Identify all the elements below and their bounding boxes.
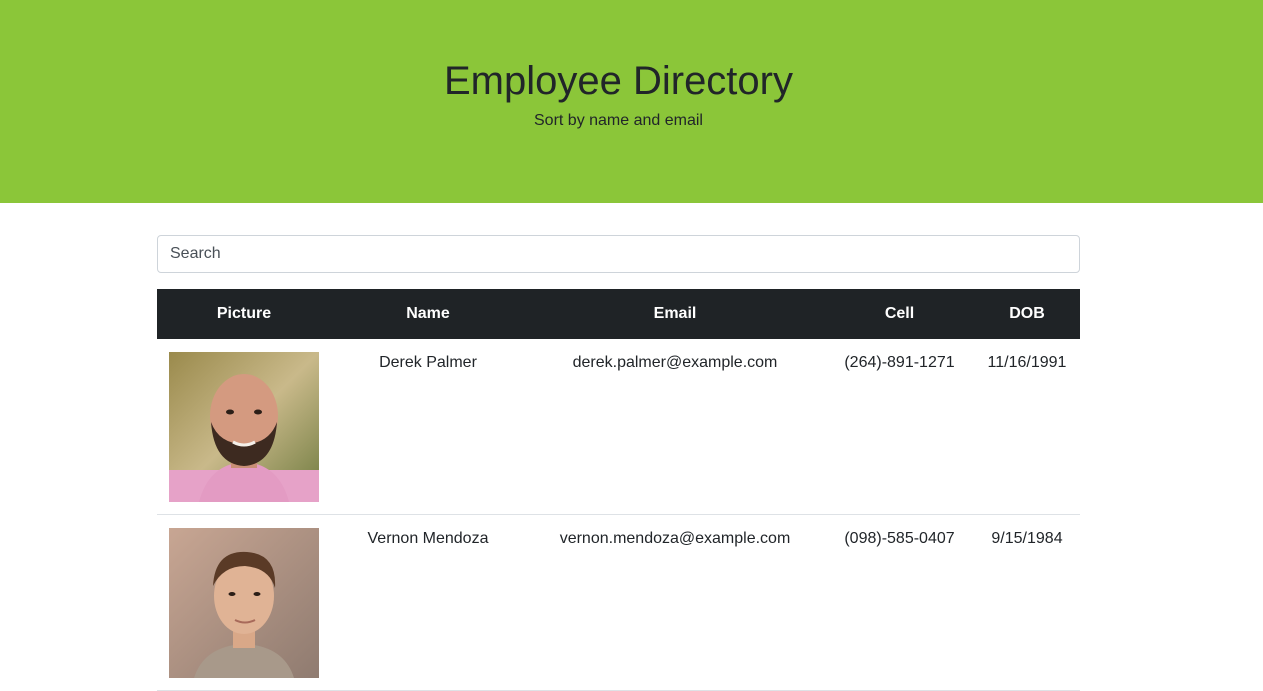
column-header-email[interactable]: Email <box>525 289 825 339</box>
page-subtitle: Sort by name and email <box>534 112 703 129</box>
employee-email: vernon.mendoza@example.com <box>559 530 791 547</box>
employee-name: Derek Palmer <box>379 354 477 371</box>
column-header-dob: DOB <box>1009 305 1045 322</box>
employee-photo-icon <box>169 352 319 502</box>
employee-cell: (098)-585-0407 <box>844 530 955 547</box>
picture-cell <box>157 339 331 515</box>
table-row: Derek Palmer derek.palmer@example.com (2… <box>157 339 1080 515</box>
page-title: Employee Directory <box>443 59 793 103</box>
employee-dob: 11/16/1991 <box>987 354 1067 371</box>
employee-photo-icon <box>169 528 319 678</box>
employee-table: Picture Name Email Cell DOB Derek Palmer… <box>157 289 1080 691</box>
employee-cell: (264)-891-1271 <box>844 354 955 371</box>
column-header-cell: Cell <box>884 305 915 322</box>
search-input[interactable] <box>157 235 1080 273</box>
picture-cell <box>157 515 331 691</box>
employee-dob: 9/15/1984 <box>991 530 1063 547</box>
table-header-row: Picture Name Email Cell DOB <box>157 289 1080 339</box>
table-row: Vernon Mendoza vernon.mendoza@example.co… <box>157 515 1080 691</box>
employee-name: Vernon Mendoza <box>367 530 489 547</box>
header-banner: Employee Directory Sort by name and emai… <box>0 0 1263 203</box>
column-header-picture: Picture <box>216 305 272 322</box>
column-header-name[interactable]: Name <box>331 289 525 339</box>
employee-email: derek.palmer@example.com <box>572 354 778 371</box>
